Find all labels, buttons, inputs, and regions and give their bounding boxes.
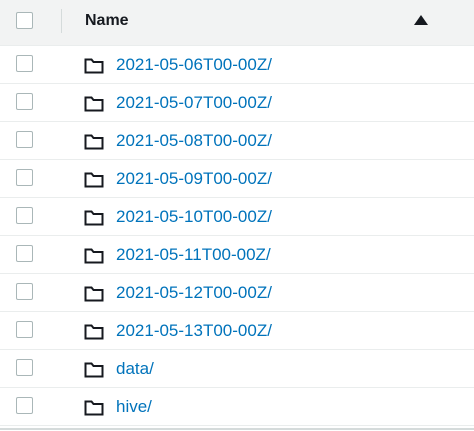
folder-link[interactable]: data/ bbox=[116, 359, 154, 379]
select-all-checkbox[interactable] bbox=[16, 12, 33, 29]
column-divider[interactable] bbox=[61, 9, 62, 33]
table-row: 2021-05-08T00-00Z/ bbox=[0, 122, 474, 160]
row-checkbox[interactable] bbox=[16, 245, 33, 262]
row-checkbox[interactable] bbox=[16, 207, 33, 224]
table-header: Name bbox=[0, 0, 474, 46]
folder-link[interactable]: 2021-05-11T00-00Z/ bbox=[116, 245, 271, 265]
row-checkbox[interactable] bbox=[16, 359, 33, 376]
row-checkbox[interactable] bbox=[16, 397, 33, 414]
folder-icon bbox=[84, 286, 104, 302]
table-row: 2021-05-13T00-00Z/ bbox=[0, 312, 474, 350]
table-row: 2021-05-10T00-00Z/ bbox=[0, 198, 474, 236]
table-row: 2021-05-06T00-00Z/ bbox=[0, 46, 474, 84]
row-checkbox[interactable] bbox=[16, 283, 33, 300]
row-checkbox[interactable] bbox=[16, 93, 33, 110]
table-row: 2021-05-12T00-00Z/ bbox=[0, 274, 474, 312]
folder-icon bbox=[84, 172, 104, 188]
folder-icon bbox=[84, 58, 104, 74]
folder-link[interactable]: 2021-05-07T00-00Z/ bbox=[116, 93, 272, 113]
folder-link[interactable]: 2021-05-10T00-00Z/ bbox=[116, 207, 272, 227]
folder-link[interactable]: 2021-05-12T00-00Z/ bbox=[116, 283, 272, 303]
folder-link[interactable]: 2021-05-13T00-00Z/ bbox=[116, 321, 272, 341]
object-table: Name 2021-05-06T00-00Z/ 2021-05-07T00-00… bbox=[0, 0, 474, 431]
sort-ascending-icon[interactable] bbox=[414, 15, 428, 25]
folder-link[interactable]: 2021-05-06T00-00Z/ bbox=[116, 55, 272, 75]
folder-icon bbox=[84, 248, 104, 264]
folder-icon bbox=[84, 400, 104, 416]
row-checkbox[interactable] bbox=[16, 169, 33, 186]
row-checkbox[interactable] bbox=[16, 321, 33, 338]
table-row: data/ bbox=[0, 350, 474, 388]
folder-link[interactable]: hive/ bbox=[116, 397, 152, 417]
folder-icon bbox=[84, 134, 104, 150]
folder-icon bbox=[84, 362, 104, 378]
folder-link[interactable]: 2021-05-09T00-00Z/ bbox=[116, 169, 272, 189]
folder-icon bbox=[84, 324, 104, 340]
table-row: 2021-05-09T00-00Z/ bbox=[0, 160, 474, 198]
row-checkbox[interactable] bbox=[16, 131, 33, 148]
table-row: hive/ bbox=[0, 388, 474, 426]
folder-icon bbox=[84, 96, 104, 112]
name-column-header[interactable]: Name bbox=[85, 12, 129, 30]
table-row: 2021-05-07T00-00Z/ bbox=[0, 84, 474, 122]
row-checkbox[interactable] bbox=[16, 55, 33, 72]
folder-icon bbox=[84, 210, 104, 226]
table-bottom-border bbox=[0, 428, 474, 430]
folder-link[interactable]: 2021-05-08T00-00Z/ bbox=[116, 131, 272, 151]
table-row: 2021-05-11T00-00Z/ bbox=[0, 236, 474, 274]
